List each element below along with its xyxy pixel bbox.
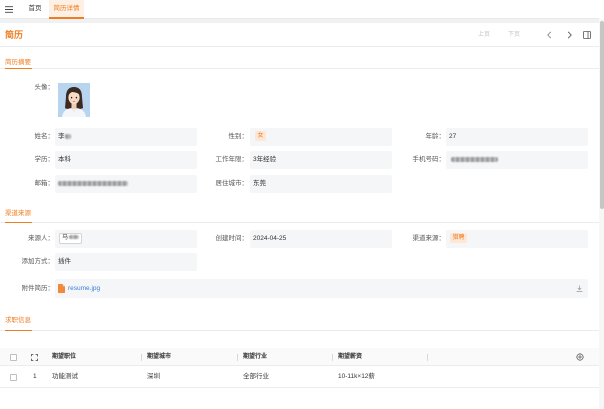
source-person-tag: 马 [59,232,83,244]
source-person-text: 马 [62,234,69,241]
gender-label: 性别： [228,133,249,140]
section-title-job: 求职信息 [5,317,31,324]
expand-icon[interactable] [31,353,38,361]
name-text: 李 [58,133,65,140]
tab-bar: 首页 简历详情 [0,0,599,19]
city-value: 东莞 [250,175,392,193]
avatar [58,83,90,117]
section-divider [0,330,599,331]
age-value: 27 [446,128,588,146]
prev-page-button[interactable]: 上页 [478,31,490,39]
created-time-value: 2024-04-25 [250,230,392,248]
column-header-salary: 期望薪资 [338,354,363,360]
gender-badge: 女 [255,131,267,142]
column-separator [427,353,428,361]
column-header-city: 期望城市 [147,354,172,360]
add-method-label: 添加方式： [21,258,55,265]
avatar-label: 头像： [34,84,55,91]
created-time-label: 创建时间： [215,235,249,242]
tab-home[interactable]: 首页 [24,0,46,19]
select-all-checkbox[interactable] [10,353,17,361]
phone-label: 手机号码： [412,156,446,163]
file-icon [58,284,65,293]
section-underline [5,67,32,69]
channel-source-value: 猎聘 [446,230,588,248]
section-divider [0,68,599,69]
chevron-left-icon[interactable] [546,31,553,39]
menu-icon[interactable] [5,6,13,13]
column-header-industry: 期望行业 [243,354,268,360]
section-divider [0,222,599,223]
cell-city: 深圳 [147,373,160,380]
experience-label: 工作年限： [215,156,249,163]
add-method-value: 插件 [55,253,197,271]
age-label: 年龄： [425,133,446,140]
name-value: 李 [55,128,197,146]
next-page-button[interactable]: 下页 [508,31,520,39]
header-divider [0,46,599,47]
attachment-value: resume.jpg [55,279,588,298]
tab-bar-gap [0,19,599,23]
page-title: 简历 [5,30,24,40]
education-value: 本科 [55,151,197,169]
section-underline [5,221,32,223]
cell-position: 功能测试 [52,373,78,380]
email-label: 邮箱： [34,180,55,187]
column-header-position: 期望职位 [52,354,77,360]
scrollbar-thumb[interactable] [599,21,604,209]
source-person-value: 马 [55,230,197,248]
email-value [55,175,197,193]
table-header: 期望职位 期望城市 期望行业 期望薪资 [0,348,599,366]
redacted-text [64,133,71,139]
redacted-text [451,156,498,162]
name-label: 姓名： [34,133,55,140]
download-icon[interactable] [576,285,583,292]
chevron-right-icon[interactable] [566,31,573,39]
column-separator [237,353,238,361]
cell-salary: 10-11k×12薪 [338,373,375,380]
redacted-text [69,235,80,240]
education-label: 学历： [34,156,55,163]
attachment-label: 附件简历： [21,285,55,292]
gender-value: 女 [250,128,392,146]
channel-source-badge: 猎聘 [450,233,468,244]
section-title-channel: 渠道来源 [5,210,31,217]
row-checkbox[interactable] [10,373,17,381]
section-title-summary: 简历摘要 [5,59,31,66]
experience-value: 3年经验 [250,151,392,169]
section-underline [5,329,32,331]
cell-industry: 全部行业 [243,373,269,380]
attachment-link[interactable]: resume.jpg [68,285,100,292]
redacted-text [58,180,128,186]
column-separator [141,353,142,361]
city-label: 居住城市： [215,180,249,187]
row-index: 1 [33,373,37,380]
phone-value [446,151,588,169]
table-row: 1 功能测试 深圳 全部行业 10-11k×12薪 [0,366,599,388]
column-separator [332,353,333,361]
source-person-label: 来源人： [28,235,54,242]
channel-source-label: 渠道来源： [412,235,446,242]
tab-resume-detail[interactable]: 简历详情 [49,0,84,19]
layout-icon[interactable] [583,31,591,39]
settings-icon[interactable] [576,353,584,361]
